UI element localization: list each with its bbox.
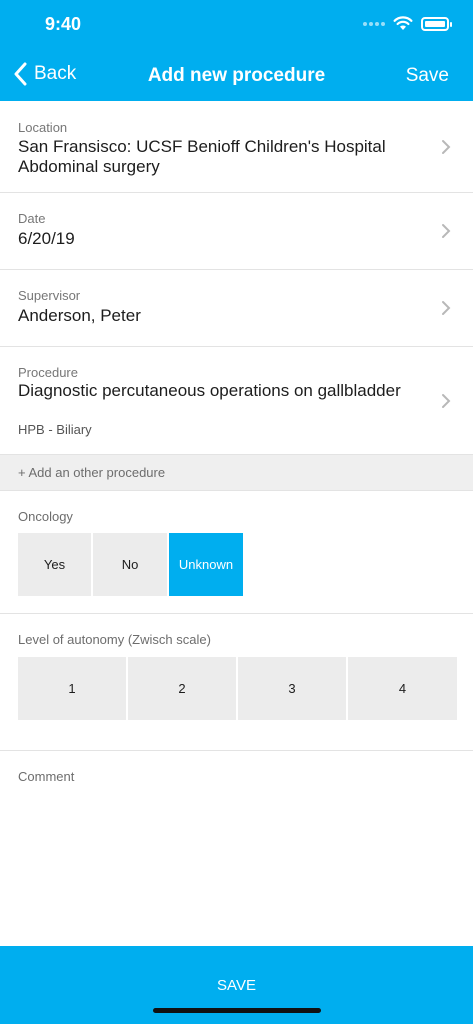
oncology-option-no[interactable]: No <box>93 533 167 596</box>
oncology-option-unknown[interactable]: Unknown <box>169 533 243 596</box>
location-label: Location <box>18 120 68 135</box>
chevron-right-icon <box>442 394 451 408</box>
autonomy-selector: 1 2 3 4 <box>18 657 457 720</box>
autonomy-option-1[interactable]: 1 <box>18 657 126 720</box>
home-indicator[interactable] <box>153 1008 321 1013</box>
supervisor-label: Supervisor <box>18 288 81 303</box>
page-title: Add new procedure <box>147 65 326 86</box>
save-button-label: SAVE <box>217 977 256 994</box>
procedure-category: HPB - Biliary <box>18 422 92 437</box>
comment-field[interactable] <box>18 792 455 932</box>
cellular-signal-icon <box>363 21 385 26</box>
status-time: 9:40 <box>45 14 82 34</box>
oncology-selector: Yes No Unknown <box>18 533 243 596</box>
chevron-right-icon <box>442 140 451 154</box>
divider <box>0 613 473 614</box>
autonomy-label: Level of autonomy (Zwisch scale) <box>18 632 211 647</box>
supervisor-row[interactable]: Supervisor Anderson, Peter <box>0 270 473 347</box>
divider <box>0 750 473 751</box>
oncology-label: Oncology <box>18 509 73 524</box>
location-value: San Fransisco: UCSF Benioff Children's H… <box>18 137 386 176</box>
add-procedure-button[interactable]: + Add an other procedure <box>0 455 473 491</box>
chevron-right-icon <box>442 301 451 315</box>
status-icons <box>363 16 452 31</box>
wifi-icon <box>393 16 413 30</box>
oncology-option-yes[interactable]: Yes <box>18 533 91 596</box>
header: 9:40 Back Add new procedure Save <box>0 0 473 101</box>
supervisor-value: Anderson, Peter <box>18 306 141 325</box>
comment-label: Comment <box>18 769 75 784</box>
date-row[interactable]: Date 6/20/19 <box>0 193 473 270</box>
date-label: Date <box>18 211 46 226</box>
battery-icon <box>421 16 452 31</box>
autonomy-option-2[interactable]: 2 <box>128 657 236 720</box>
chevron-right-icon <box>442 224 451 238</box>
save-nav-button[interactable]: Save <box>406 65 449 87</box>
procedure-value: Diagnostic percutaneous operations on ga… <box>18 381 401 400</box>
autonomy-option-4[interactable]: 4 <box>348 657 457 720</box>
date-value: 6/20/19 <box>18 229 75 248</box>
procedure-label: Procedure <box>18 365 78 380</box>
procedure-row[interactable]: Procedure Diagnostic percutaneous operat… <box>0 347 473 455</box>
location-row[interactable]: Location San Fransisco: UCSF Benioff Chi… <box>0 101 473 193</box>
autonomy-option-3[interactable]: 3 <box>238 657 346 720</box>
